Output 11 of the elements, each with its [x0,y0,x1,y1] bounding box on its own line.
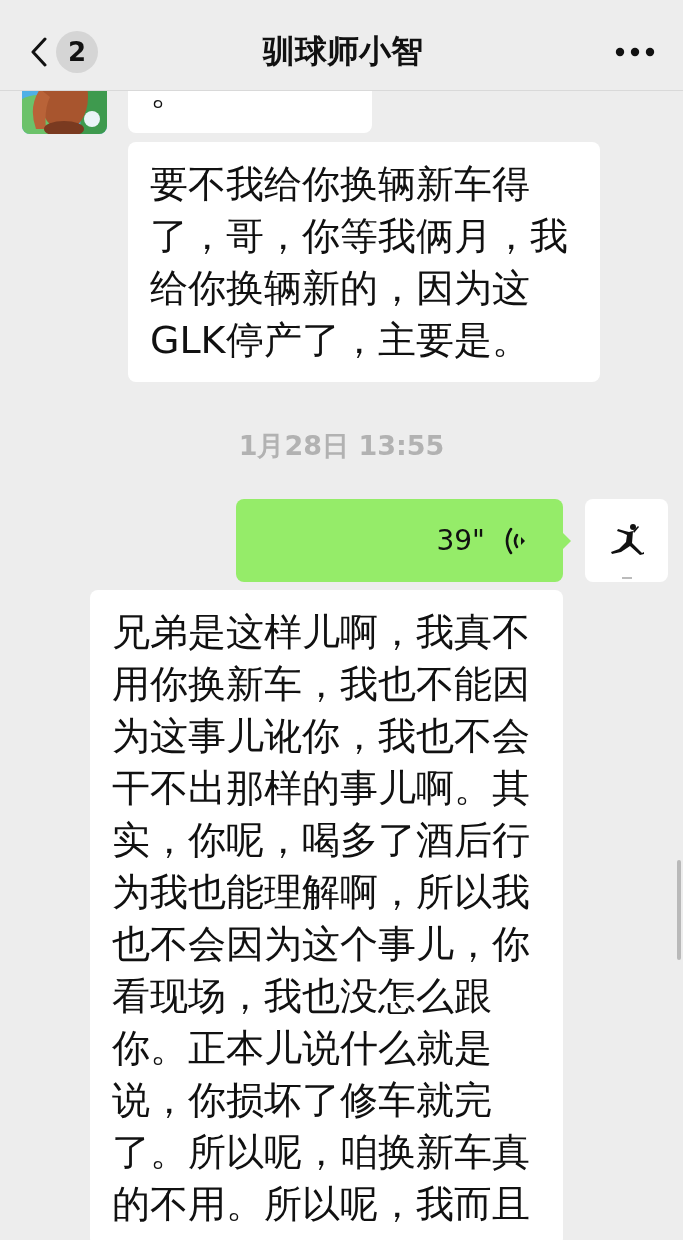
message-bubble: 要不我给你换辆新车得了，哥，你等我俩月，我给你换辆新的，因为这GLK停产了，主要是。 [128,142,600,382]
timestamp: 1月28日 13:55 [238,430,445,462]
back-icon[interactable] [30,37,48,67]
message-bubble: 兄弟是这样儿啊，我真不用你换新车，我也不能因为这事儿讹你，我也不会干不出那样的事儿啊。其实，你呢，喝多了酒后行为我也能理解啊，所以我也不会因为这个事儿，你看现场，我也没怎么跟你。正本儿说什么就是说，你损坏了修车就完了。所以呢，咱换新车真的不用。所以呢，我而且 [90,590,563,1240]
voice-message[interactable]: 39" [236,499,563,582]
voice-icon [503,525,525,556]
unread-count: 2 [56,31,98,73]
message-bubble: 。 [128,91,372,133]
bubble-tail [563,533,571,549]
more-icon[interactable] [615,47,655,57]
chat-title: 驯球师小智 [262,31,423,72]
